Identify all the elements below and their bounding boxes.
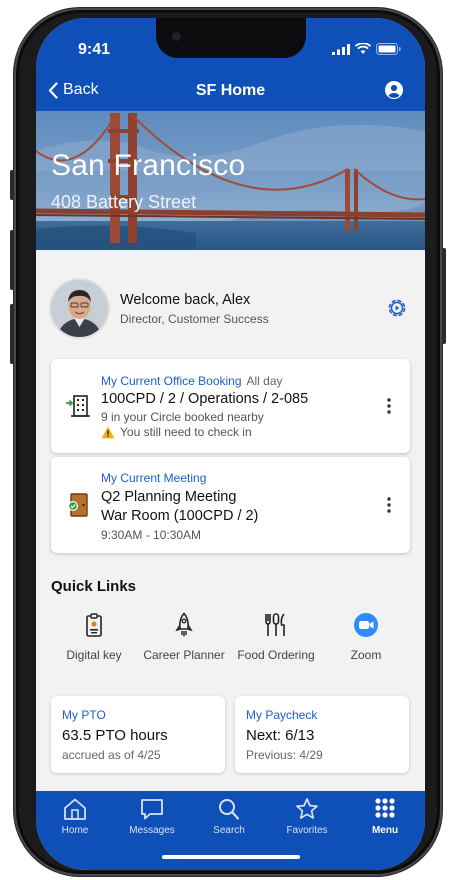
tab-menu[interactable]: Menu <box>350 797 420 836</box>
booking-more-button[interactable] <box>382 395 396 417</box>
street-address: 408 Battery Street <box>51 192 197 212</box>
tab-label: Messages <box>129 825 175 836</box>
circle-note: 9 in your Circle booked nearby <box>101 410 264 424</box>
city-name: San Francisco <box>51 149 246 182</box>
meeting-card[interactable]: My Current Meeting Q2 Planning Meeting W… <box>51 457 410 553</box>
quick-link-career-planner[interactable]: Career Planner <box>139 612 229 662</box>
quick-link-label: Food Ordering <box>237 648 315 662</box>
checkin-warning-text: You still need to check in <box>120 425 252 439</box>
booking-heading: My Current Office Booking <box>101 374 242 388</box>
meeting-more-button[interactable] <box>382 494 396 516</box>
power-button <box>442 248 446 344</box>
tab-home[interactable]: Home <box>40 797 110 836</box>
avatar[interactable] <box>51 280 108 337</box>
app-screen: 9:41 Back SF Home San Francisco 408 Batt… <box>36 18 425 870</box>
quick-link-digital-key[interactable]: Digital key <box>49 612 139 662</box>
warning-icon <box>101 426 115 438</box>
tab-search[interactable]: Search <box>194 797 264 836</box>
quick-link-food-ordering[interactable]: Food Ordering <box>231 612 321 662</box>
search-icon <box>219 799 240 820</box>
tab-label: Menu <box>371 825 399 836</box>
tab-label: Favorites <box>286 825 328 836</box>
zoom-icon <box>354 613 378 637</box>
battery-icon <box>376 43 401 55</box>
tab-messages[interactable]: Messages <box>117 797 187 836</box>
page-title: SF Home <box>195 82 266 99</box>
booking-duration-tag: All day <box>246 374 283 388</box>
wifi-icon <box>355 43 371 54</box>
settings-icon[interactable] <box>387 298 407 318</box>
quick-link-label: Digital key <box>66 648 122 662</box>
status-icons <box>332 43 401 55</box>
volume-down-button <box>10 304 14 364</box>
home-indicator <box>162 855 300 859</box>
quick-link-label: Zoom <box>350 648 382 662</box>
utensils-icon <box>265 613 285 636</box>
meeting-overline: My Current Meeting <box>101 471 207 485</box>
front-camera <box>172 32 181 41</box>
paycheck-tile[interactable]: My Paycheck Next: 6/13 Previous: 4/29 <box>235 696 409 773</box>
quick-links-title: Quick Links <box>51 578 137 595</box>
badge-icon <box>86 613 102 637</box>
paycheck-title: My Paycheck <box>246 708 318 722</box>
user-role: Director, Customer Success <box>120 312 269 326</box>
home-icon <box>64 798 86 820</box>
rocket-icon <box>175 612 193 637</box>
pto-tile[interactable]: My PTO 63.5 PTO hours accrued as of 4/25 <box>51 696 225 773</box>
more-vertical-icon <box>387 398 391 414</box>
hero-banner: San Francisco 408 Battery Street <box>36 111 425 250</box>
chat-icon <box>141 799 163 820</box>
signal-icon <box>332 44 350 55</box>
user-photo <box>51 280 108 337</box>
tab-label: Home <box>61 825 89 836</box>
volume-up-button <box>10 230 14 290</box>
tab-favorites[interactable]: Favorites <box>272 797 342 836</box>
meeting-room: War Room (100CPD / 2) <box>101 508 259 524</box>
more-vertical-icon <box>387 497 391 513</box>
paycheck-previous: Previous: 4/29 <box>246 748 323 762</box>
door-icon <box>67 493 88 517</box>
checkin-warning: You still need to check in <box>101 425 252 439</box>
pto-accrued-note: accrued as of 4/25 <box>62 748 161 762</box>
pto-value: 63.5 PTO hours <box>62 727 168 744</box>
star-icon <box>296 798 318 819</box>
status-time: 9:41 <box>78 41 111 58</box>
office-booking-card[interactable]: My Current Office Booking All day 100CPD … <box>51 359 410 453</box>
quick-link-zoom[interactable]: Zoom <box>321 612 411 662</box>
pto-title: My PTO <box>62 708 106 722</box>
silent-switch <box>10 170 14 200</box>
booking-overline: My Current Office Booking All day <box>101 374 283 388</box>
building-checkin-icon <box>66 395 90 417</box>
meeting-title: Q2 Planning Meeting <box>101 489 237 505</box>
profile-icon[interactable] <box>385 81 403 99</box>
paycheck-next: Next: 6/13 <box>246 727 315 744</box>
welcome-greeting: Welcome back, Alex <box>120 292 251 308</box>
booking-location: 100CPD / 2 / Operations / 2-085 <box>101 391 309 407</box>
welcome-section: Welcome back, Alex Director, Customer Su… <box>51 280 411 338</box>
grid-menu-icon <box>375 798 395 818</box>
notch <box>156 18 306 58</box>
tab-label: Search <box>213 825 245 836</box>
meeting-time: 9:30AM - 10:30AM <box>101 528 202 542</box>
quick-link-label: Career Planner <box>143 648 225 662</box>
